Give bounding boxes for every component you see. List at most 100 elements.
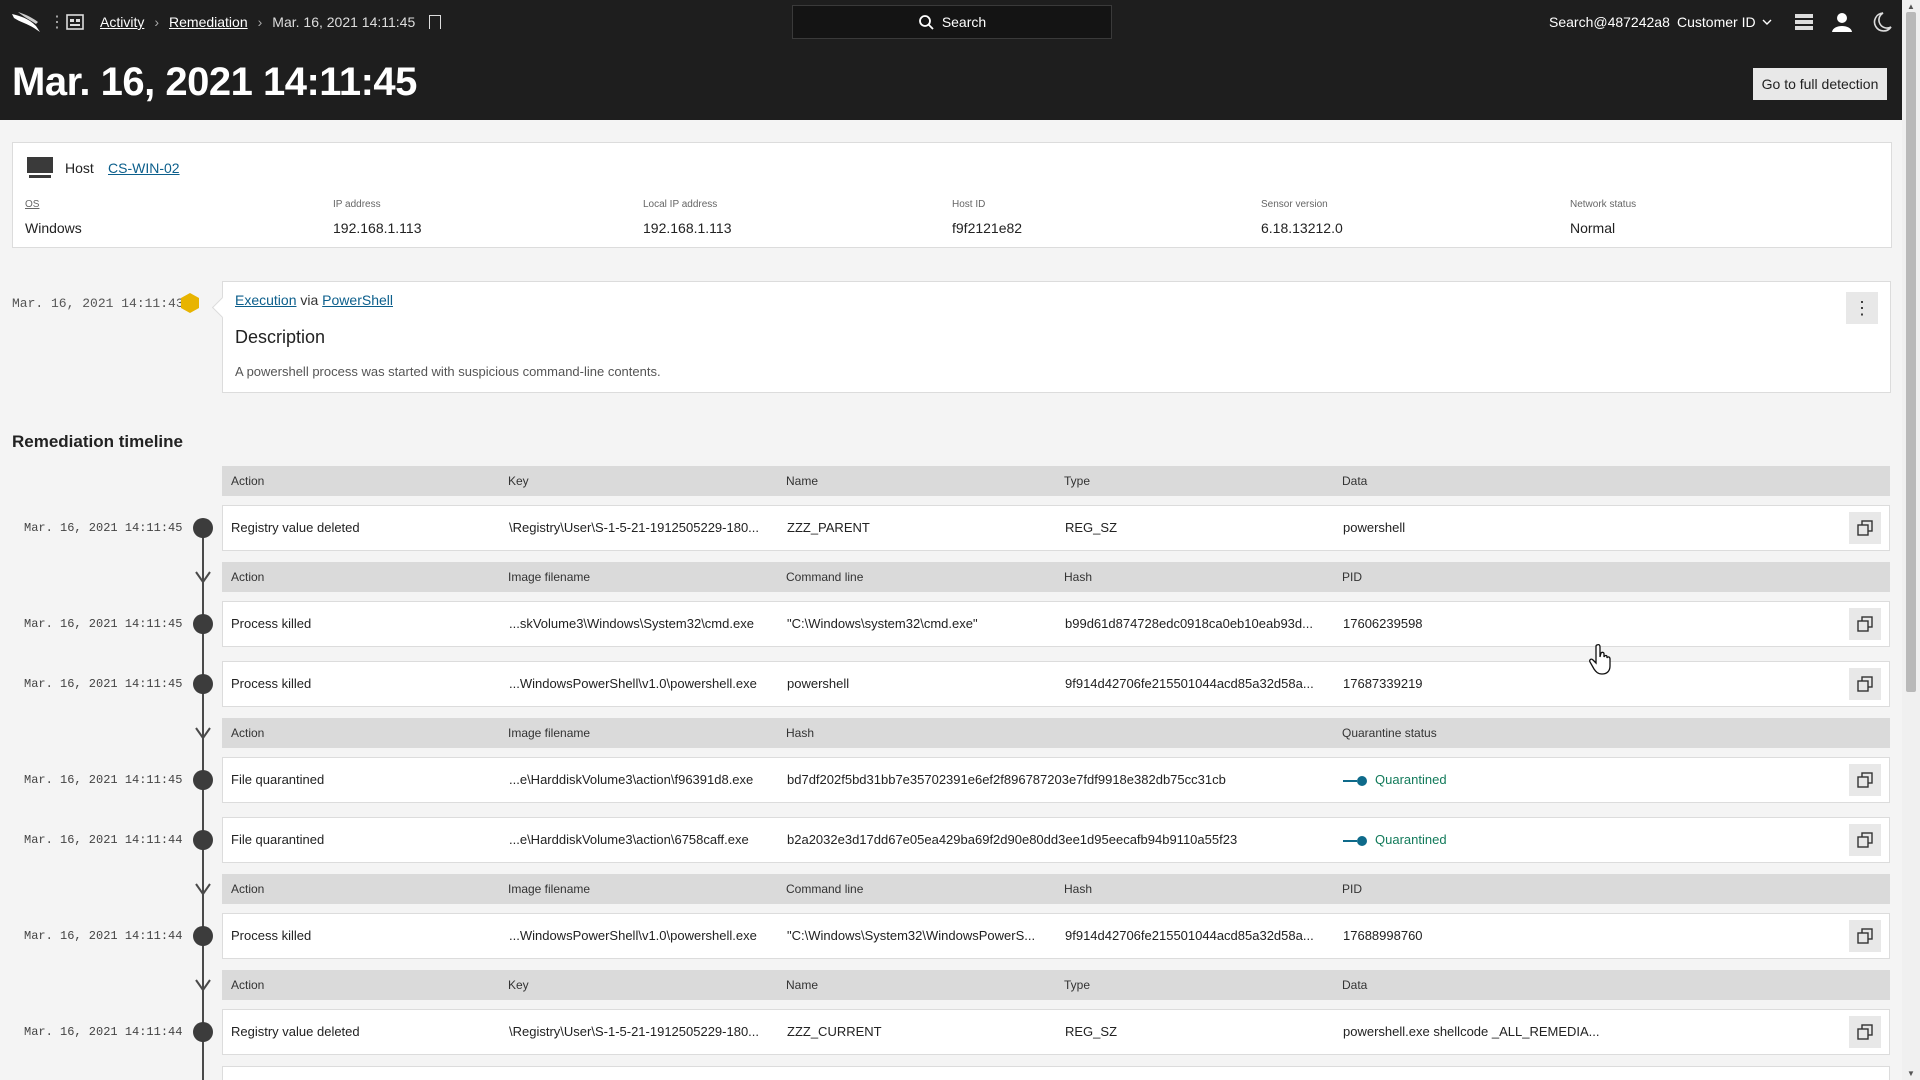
copy-icon	[1857, 1024, 1873, 1040]
host-card: Host CS-WIN-02 OS Windows IP address 192…	[12, 142, 1892, 248]
cell-image-filename: ...e\HarddiskVolume3\action\f96391d8.exe	[509, 772, 754, 787]
breadcrumb-remediation[interactable]: Remediation	[169, 14, 248, 30]
copy-icon	[1857, 676, 1873, 692]
tactic-link[interactable]: Execution	[235, 292, 296, 308]
host-field-host-id: Host ID f9f2121e82	[952, 199, 1022, 236]
customer-id-dropdown[interactable]: Customer ID	[1677, 14, 1772, 30]
row-time: Mar. 16, 2021 14:11:45	[24, 773, 183, 787]
field-label: Local IP address	[643, 199, 718, 210]
quarantine-status: Quarantined	[1343, 818, 1447, 862]
timeline-line	[202, 528, 204, 1080]
status-toggle-icon	[1343, 839, 1357, 842]
cell-name: ZZZ_PARENT	[787, 520, 870, 535]
scroll-thumb[interactable]	[1906, 12, 1916, 692]
card-notch	[211, 296, 234, 319]
nav-bar: ⋮ Activity › Remediation › Mar. 16, 2021…	[0, 0, 1902, 44]
cell-pid: 17606239598	[1343, 616, 1423, 631]
column-header: Action	[231, 726, 265, 740]
copy-button[interactable]	[1849, 764, 1881, 796]
description-title: Description	[235, 327, 326, 347]
copy-button[interactable]	[1849, 668, 1881, 700]
column-header: PID	[1342, 570, 1363, 584]
table-row: Process killed ...WindowsPowerShell\v1.0…	[222, 913, 1890, 959]
severity-hexagon-icon	[181, 293, 199, 313]
scroll-down-icon[interactable]: ▼	[1907, 1069, 1915, 1078]
column-header: Key	[508, 474, 529, 488]
row-time: Mar. 16, 2021 14:11:44	[24, 1025, 183, 1039]
column-header: Hash	[786, 726, 815, 740]
row-time: Mar. 16, 2021 14:11:45	[24, 677, 183, 691]
moon-icon[interactable]	[1869, 11, 1893, 33]
cell-action: File quarantined	[231, 772, 325, 787]
host-name-link[interactable]: CS-WIN-02	[108, 160, 180, 176]
go-to-full-detection-button[interactable]: Go to full detection	[1753, 68, 1887, 100]
copy-button[interactable]	[1849, 1016, 1881, 1048]
cell-type: REG_SZ	[1065, 520, 1118, 535]
via-text: via	[300, 292, 319, 308]
bookmark-icon[interactable]	[429, 15, 442, 29]
field-value: f9f2121e82	[952, 220, 1023, 236]
scroll-up-icon[interactable]: ▲	[1907, 2, 1915, 11]
table-row: Registry value deleted \Registry\User\S-…	[222, 1009, 1890, 1055]
host-label: Host	[65, 160, 94, 176]
search-button[interactable]: Search	[792, 5, 1112, 39]
row-time: Mar. 16, 2021 14:11:45	[24, 617, 183, 631]
more-vertical-icon[interactable]: ⋮	[49, 12, 65, 32]
copy-button[interactable]	[1849, 512, 1881, 544]
column-header: Image filename	[508, 726, 591, 740]
search-icon	[918, 15, 934, 30]
account-name[interactable]: Search@487242a8	[1549, 14, 1670, 30]
copy-icon	[1857, 772, 1873, 788]
customer-id-label: Customer ID	[1677, 14, 1756, 30]
breadcrumb: Activity › Remediation › Mar. 16, 2021 1…	[100, 14, 442, 30]
table-header-registry: Action Key Name Type Data	[222, 970, 1890, 1000]
cell-key: \Registry\User\S-1-5-21-1912505229-180..…	[509, 1024, 760, 1039]
more-vertical-icon[interactable]: ⋮	[1846, 292, 1878, 324]
column-header: Data	[1342, 978, 1368, 992]
cell-hash: b99d61d874728edc0918ca0eb10eab93d...	[1065, 616, 1313, 631]
row-time: Mar. 16, 2021 14:11:45	[24, 521, 183, 535]
copy-button[interactable]	[1849, 824, 1881, 856]
hand-cursor-icon	[1589, 643, 1611, 675]
column-header: Command line	[786, 570, 864, 584]
copy-button[interactable]	[1849, 608, 1881, 640]
status-text: Quarantined	[1375, 772, 1447, 787]
cell-name: ZZZ_CURRENT	[787, 1024, 882, 1039]
timeline-dot	[193, 830, 213, 850]
scrollbar[interactable]: ▲ ▼	[1902, 0, 1920, 1080]
cell-hash: bd7df202f5bd31bb7e35702391e6ef2f89678720…	[787, 772, 1226, 787]
description-text: A powershell process was started with su…	[235, 364, 661, 379]
cell-hash: 9f914d42706fe215501044acd85a32d58a...	[1065, 928, 1314, 943]
copy-button[interactable]	[1849, 920, 1881, 952]
user-icon[interactable]	[1830, 11, 1854, 33]
cell-command-line: "C:\Windows\system32\cmd.exe"	[787, 616, 978, 631]
copy-icon	[1857, 616, 1873, 632]
table-header-process: Action Image filename Command line Hash …	[222, 874, 1890, 904]
remediation-timeline-title: Remediation timeline	[12, 432, 183, 451]
copy-icon	[1857, 928, 1873, 944]
column-header: Command line	[786, 882, 864, 896]
field-label: IP address	[333, 199, 381, 210]
detection-time: Mar. 16, 2021 14:11:43	[12, 296, 184, 311]
table-row: Registry value deleted \Registry\User\S-…	[222, 505, 1890, 551]
apps-icon[interactable]	[65, 12, 85, 32]
cell-data: powershell.exe shellcode _ALL_REMEDIA...	[1343, 1024, 1600, 1039]
field-value: Windows	[25, 220, 82, 236]
column-header: Name	[786, 978, 819, 992]
column-header: Action	[231, 474, 265, 488]
column-header: Type	[1064, 978, 1091, 992]
timeline-dot	[193, 770, 213, 790]
technique-link[interactable]: PowerShell	[322, 292, 393, 308]
cell-action: Process killed	[231, 928, 312, 943]
cell-action: Registry value deleted	[231, 1024, 360, 1039]
timeline-arrow-icon	[195, 979, 211, 992]
row-time: Mar. 16, 2021 14:11:44	[24, 929, 183, 943]
timeline-dot	[193, 926, 213, 946]
breadcrumb-activity[interactable]: Activity	[100, 14, 144, 30]
falcon-logo-icon[interactable]	[10, 10, 44, 34]
row-time: Mar. 16, 2021 14:11:44	[24, 833, 183, 847]
cell-image-filename: ...e\HarddiskVolume3\action\6758caff.exe	[509, 832, 749, 847]
timeline-arrow-icon	[195, 571, 211, 584]
layers-icon[interactable]	[1792, 11, 1816, 33]
detection-card: Execution via PowerShell Description A p…	[211, 281, 1891, 393]
